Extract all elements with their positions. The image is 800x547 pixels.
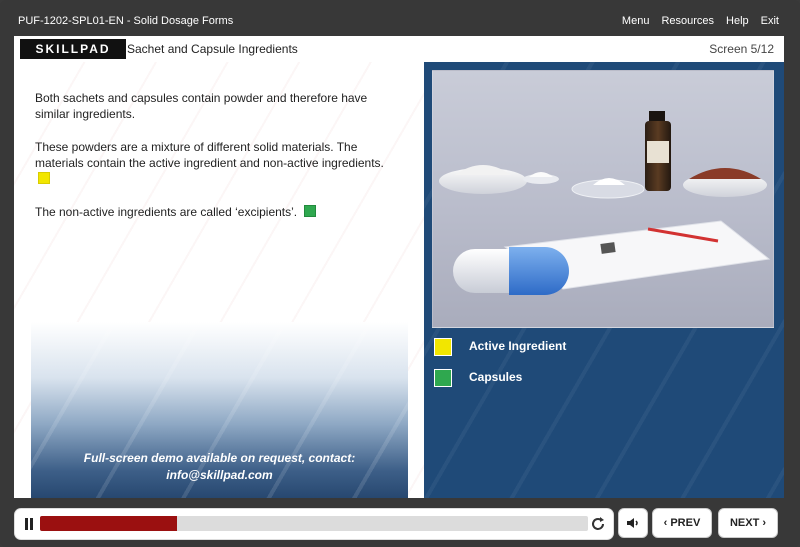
chevron-left-icon: ‹ [663, 517, 668, 529]
page-title: Sachet and Capsule Ingredients [127, 42, 298, 56]
capsule-blue-half [509, 247, 569, 295]
green-square-icon [434, 369, 452, 387]
yellow-square-icon [434, 338, 452, 356]
demo-note: Full-screen demo available on request, c… [83, 451, 356, 482]
product-illustration [439, 111, 771, 295]
paragraph: Both sachets and capsules contain powder… [35, 91, 368, 121]
next-button[interactable]: NEXT › [718, 508, 778, 538]
capsule-white-half [453, 249, 511, 293]
player-controls: ‹ PREV NEXT › [14, 508, 784, 540]
audio-button[interactable] [618, 508, 648, 538]
paragraph: These powders are a mixture of different… [35, 139, 395, 187]
powder-shape [529, 172, 553, 177]
course-title: PUF-1202-SPL01-EN - Solid Dosage Forms [18, 15, 234, 27]
excipients-chip[interactable] [303, 205, 316, 217]
replay-icon[interactable] [589, 515, 607, 533]
speaker-icon [627, 518, 638, 528]
skillpad-logo: SKILLPAD [20, 39, 126, 59]
active-ingredient-chip[interactable] [38, 172, 50, 184]
content-panel: SKILLPAD Sachet and Capsule Ingredients … [14, 36, 784, 498]
screen-counter: Screen 5/12 [709, 42, 774, 56]
nav-exit[interactable]: Exit [761, 15, 779, 27]
progress-container [14, 508, 614, 540]
chevron-right-icon: › [762, 517, 766, 529]
header-bar: SKILLPAD Sachet and Capsule Ingredients … [14, 36, 784, 63]
barcode-shape [600, 242, 616, 254]
left-column: Both sachets and capsules contain powder… [14, 62, 424, 498]
right-column: Active Ingredient Capsules [424, 62, 784, 498]
bottle-cap-shape [649, 111, 665, 121]
prev-button[interactable]: ‹ PREV [652, 508, 712, 538]
pause-icon[interactable] [24, 518, 34, 530]
powder-shape [455, 165, 511, 175]
progress-fill [40, 516, 177, 531]
nav-menu[interactable]: Menu [622, 15, 650, 27]
nav-resources[interactable]: Resources [661, 15, 714, 27]
red-powder-shape [689, 168, 761, 179]
body-text: Both sachets and capsules contain powder… [35, 90, 395, 237]
product-photo [432, 70, 774, 328]
powder-shape [593, 178, 625, 185]
top-bar: PUF-1202-SPL01-EN - Solid Dosage Forms M… [0, 0, 800, 36]
bottle-label-shape [647, 141, 669, 163]
top-nav: Menu Resources Help Exit [622, 15, 779, 27]
paragraph: The non-active ingredients are called ‘e… [35, 204, 395, 220]
progress-track[interactable] [40, 516, 588, 531]
demo-banner: Full-screen demo available on request, c… [31, 322, 408, 498]
nav-help[interactable]: Help [726, 15, 749, 27]
